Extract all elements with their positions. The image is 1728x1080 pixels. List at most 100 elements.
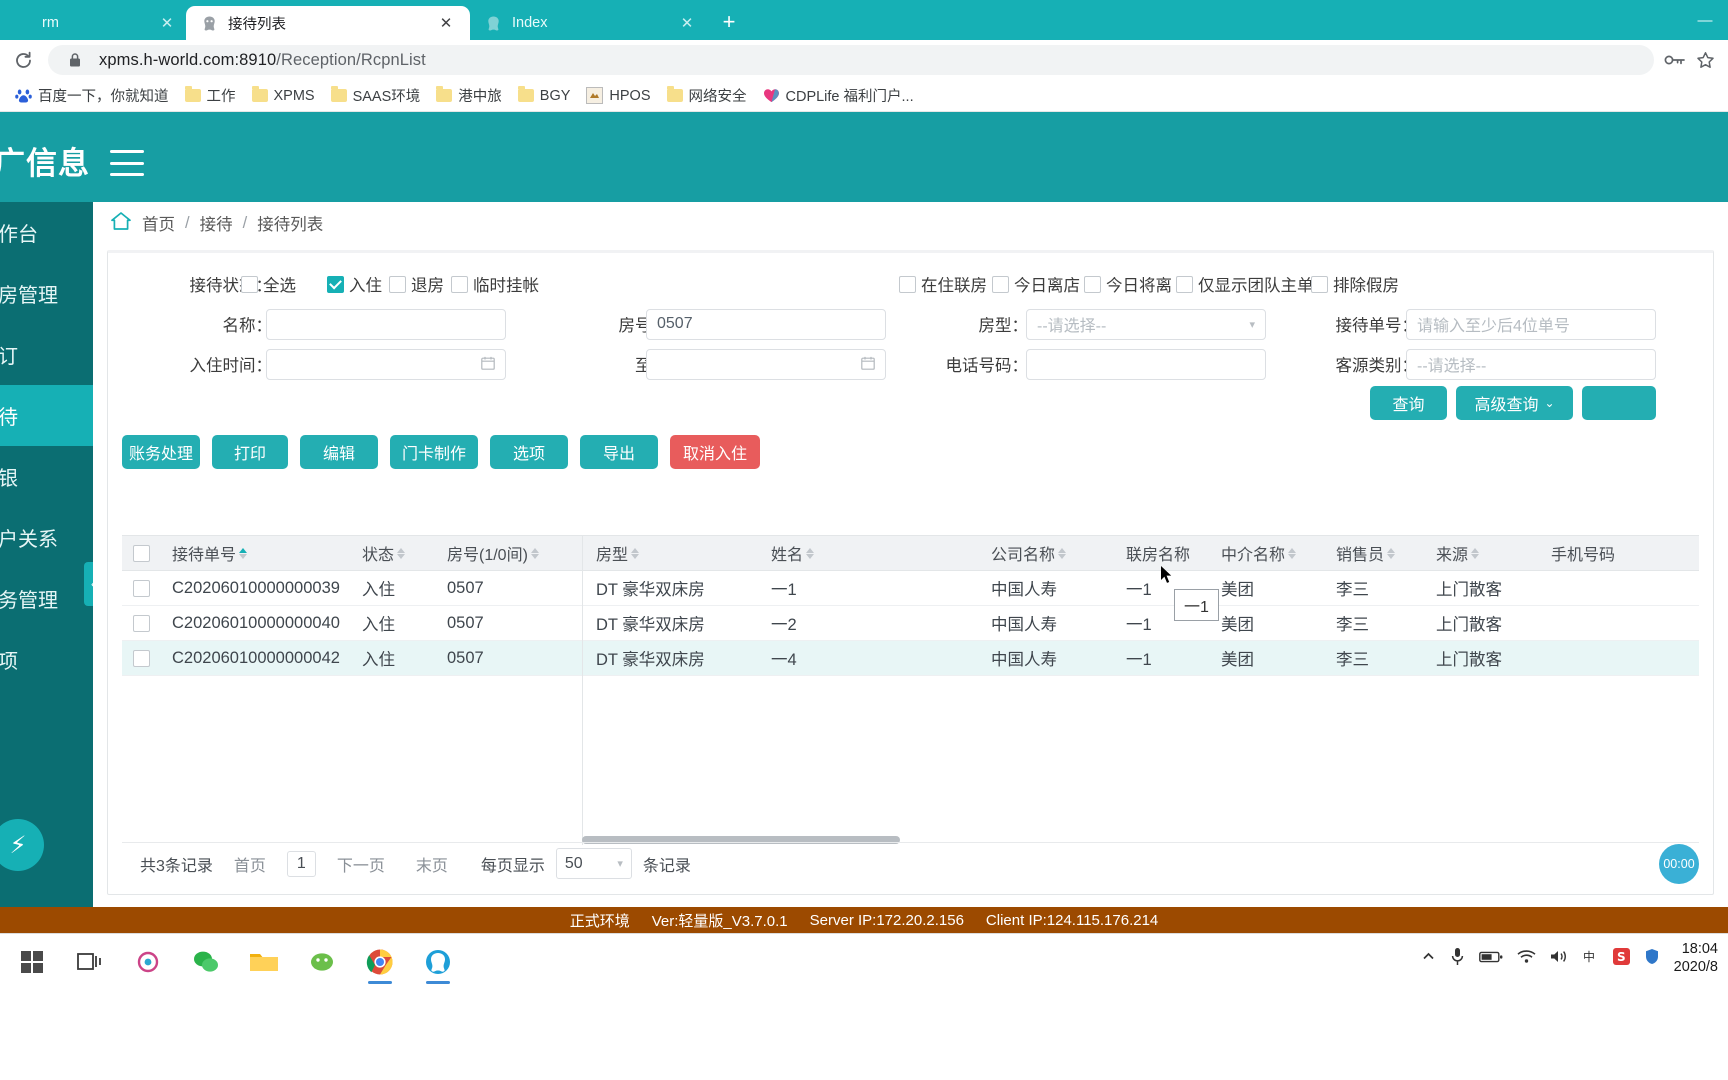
hamburger-icon[interactable] [110, 150, 144, 176]
s-icon[interactable]: S [1612, 948, 1630, 968]
checkbox-box[interactable] [451, 275, 468, 293]
minimize-button[interactable]: — [1682, 0, 1728, 40]
tab-close-icon[interactable]: ✕ [678, 14, 696, 32]
tab-close-icon[interactable]: ✕ [158, 14, 176, 32]
checkbox-box[interactable] [899, 275, 916, 293]
blue-app-icon[interactable] [412, 938, 464, 986]
checkbox-box[interactable] [133, 579, 150, 597]
name-input[interactable] [266, 308, 506, 340]
checkbox-select-all[interactable]: 全选 [241, 272, 296, 296]
checkbox-temp-charge[interactable]: 临时挂帐 [451, 272, 539, 296]
column-header-agent[interactable]: 中介名称 [1207, 541, 1322, 565]
row-checkbox[interactable] [122, 614, 158, 632]
sort-icon[interactable] [1058, 547, 1067, 559]
sidebar-item-crm[interactable]: 客户关系 [0, 507, 93, 568]
bookmark-item[interactable]: CDPLife 福利门户... [756, 82, 921, 109]
sidebar-item-workbench[interactable]: 工作台 [0, 202, 93, 263]
sidebar-item-options[interactable]: 选项 [0, 629, 93, 690]
row-checkbox[interactable] [122, 649, 158, 667]
checkbox-box[interactable] [1084, 275, 1101, 293]
extra-button[interactable] [1582, 386, 1656, 420]
sidebar-item-cashier[interactable]: 收银 [0, 446, 93, 507]
breadcrumb-item-reception[interactable]: 接待 [200, 211, 233, 235]
sort-icon[interactable] [1387, 547, 1396, 559]
first-page-button[interactable]: 首页 [224, 848, 276, 880]
column-header-linked-room[interactable]: 联房名称 [1112, 541, 1207, 565]
print-button[interactable]: 打印 [212, 435, 288, 469]
query-button[interactable]: 查询 [1370, 386, 1447, 420]
shield-icon[interactable] [1644, 948, 1660, 968]
keycard-button[interactable]: 门卡制作 [390, 435, 478, 469]
sort-icon[interactable] [631, 547, 640, 559]
bookmark-item[interactable]: 百度一下，你就知道 [8, 82, 176, 109]
checkbox-box[interactable] [389, 275, 406, 293]
to-date-input[interactable] [646, 348, 886, 380]
sort-icon[interactable] [397, 547, 406, 559]
checkbox-box[interactable] [133, 614, 150, 632]
mic-icon[interactable] [1450, 947, 1465, 969]
checkbox-box[interactable] [327, 275, 344, 293]
next-page-button[interactable]: 下一页 [327, 848, 395, 880]
battery-icon[interactable] [1478, 950, 1503, 967]
export-button[interactable]: 导出 [580, 435, 658, 469]
edit-button[interactable]: 编辑 [300, 435, 378, 469]
cancel-checkin-button[interactable]: 取消入住 [670, 435, 760, 469]
roomno-input[interactable]: 0507 [646, 308, 886, 340]
browser-tab-2[interactable]: Index ✕ [470, 6, 706, 40]
checkbox-departing-today[interactable]: 今日离店 [992, 272, 1080, 296]
checkbox-linked-rooms[interactable]: 在住联房 [899, 272, 987, 296]
checkbox-box[interactable] [1311, 275, 1328, 293]
options-button[interactable]: 选项 [490, 435, 568, 469]
checkbox-box[interactable] [133, 544, 150, 562]
table-row[interactable]: C20206010000000042 入住 0507 DT 豪华双床房 一4 中… [122, 641, 1699, 676]
breadcrumb-item-home[interactable]: 首页 [142, 211, 175, 235]
table-row[interactable]: C20206010000000039 入住 0507 DT 豪华双床房 一1 中… [122, 571, 1699, 606]
taskbar-clock[interactable]: 18:04 2020/8 [1674, 940, 1718, 976]
select-all-checkbox[interactable] [122, 544, 158, 562]
column-header-company[interactable]: 公司名称 [977, 541, 1112, 565]
bookmark-item[interactable]: 港中旅 [429, 82, 509, 109]
column-header-room-type[interactable]: 房型 [582, 541, 757, 565]
billing-button[interactable]: 账务处理 [122, 435, 200, 469]
column-header-room-no[interactable]: 房号(1/0间) [433, 541, 582, 565]
calendar-icon[interactable] [861, 356, 875, 373]
last-page-button[interactable]: 末页 [406, 848, 458, 880]
ime-icon[interactable]: 中 [1582, 949, 1599, 967]
home-icon[interactable] [110, 211, 132, 236]
bookmark-item[interactable]: 工作 [178, 82, 243, 109]
sort-icon[interactable] [530, 547, 539, 559]
checkbox-box[interactable] [1176, 275, 1193, 293]
bolt-icon[interactable]: ⚡ [0, 819, 44, 871]
sidebar-item-reception[interactable]: 接待 [0, 385, 93, 446]
chrome-icon[interactable] [354, 938, 406, 986]
sidebar-item-booking[interactable]: 预订 [0, 324, 93, 385]
wechat-icon[interactable] [180, 938, 232, 986]
phone-input[interactable] [1026, 348, 1266, 380]
checkbox-due-out-today[interactable]: 今日将离 [1084, 272, 1172, 296]
cortana-icon[interactable] [122, 938, 174, 986]
explorer-icon[interactable] [238, 938, 290, 986]
checkbox-box[interactable] [133, 649, 150, 667]
bookmark-item[interactable]: 网络安全 [660, 82, 754, 109]
volume-icon[interactable] [1550, 949, 1568, 967]
bookmark-item[interactable]: BGY [511, 85, 578, 107]
reload-icon[interactable] [4, 41, 42, 79]
sort-icon[interactable] [1471, 547, 1480, 559]
current-page-number[interactable]: 1 [286, 850, 316, 877]
windows-start-icon[interactable] [6, 938, 58, 986]
checkbox-checked-out[interactable]: 退房 [389, 272, 444, 296]
row-checkbox[interactable] [122, 579, 158, 597]
green-app-icon[interactable] [296, 938, 348, 986]
new-tab-button[interactable]: + [714, 7, 744, 37]
column-header-mobile[interactable]: 手机号码 [1537, 541, 1657, 565]
bookmark-item[interactable]: HPOS [579, 84, 657, 107]
sort-icon[interactable] [1288, 547, 1297, 559]
bookmark-item[interactable]: XPMS [245, 85, 322, 107]
table-row[interactable]: C20206010000000040 入住 0507 DT 豪华双床房 一2 中… [122, 606, 1699, 641]
checkbox-box[interactable] [992, 275, 1009, 293]
sort-icon[interactable] [239, 547, 248, 559]
per-page-select[interactable]: 50 ▾ [555, 848, 632, 879]
advanced-query-button[interactable]: 高级查询 ⌄ [1456, 386, 1573, 420]
checkbox-exclude-house-use[interactable]: 排除假房 [1311, 272, 1399, 296]
key-icon[interactable] [1662, 47, 1688, 73]
